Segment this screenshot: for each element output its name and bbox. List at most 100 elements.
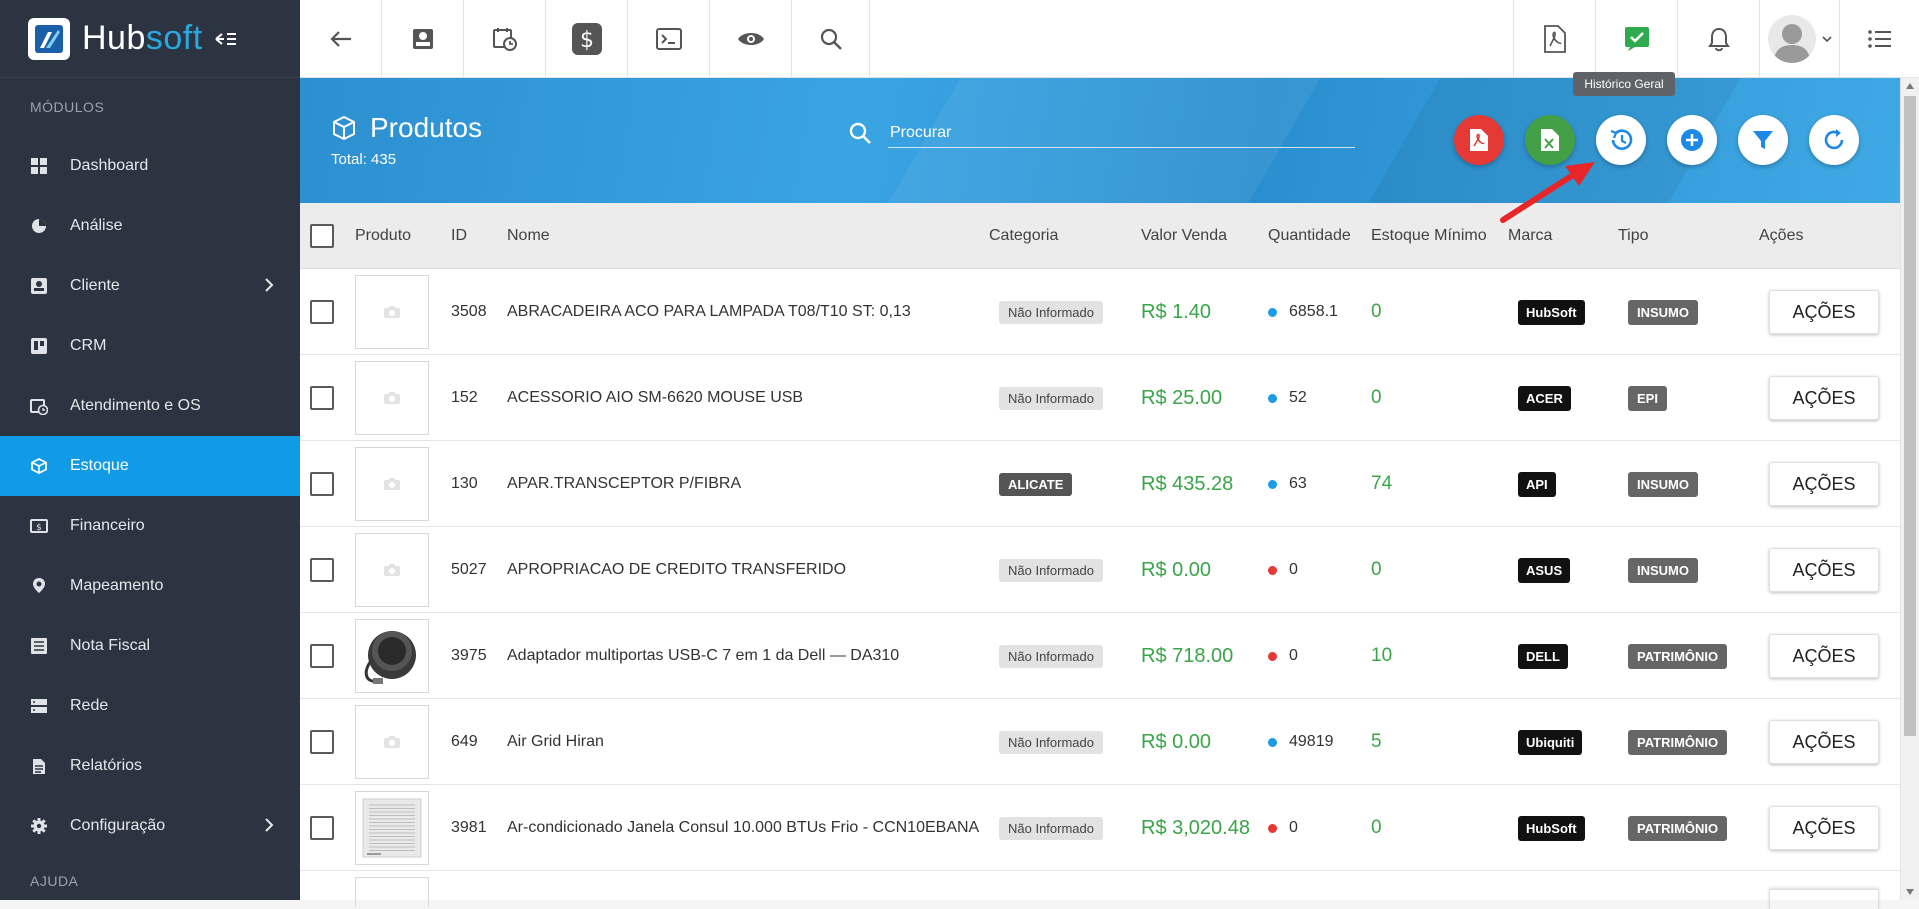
product-name: APAR.TRANSCEPTOR P/FIBRA	[507, 475, 742, 492]
camera-placeholder-icon[interactable]	[355, 705, 429, 779]
back-button[interactable]	[300, 0, 382, 78]
column-header-categoria[interactable]: Categoria	[989, 203, 1058, 269]
sidebar-item-label: Mapeamento	[70, 577, 164, 594]
search-icon	[819, 27, 843, 51]
row-actions-button[interactable]: AÇÕES	[1769, 376, 1879, 420]
column-header-nome[interactable]: Nome	[507, 203, 550, 269]
pdf-file-icon	[1543, 25, 1566, 53]
row-actions-button[interactable]: AÇÕES	[1769, 720, 1879, 764]
view-button[interactable]	[710, 0, 792, 78]
category-badge: Não Informado	[999, 644, 1103, 668]
contacts-button[interactable]	[382, 0, 464, 78]
sidebar-item-label: Nota Fiscal	[70, 637, 151, 654]
terminal-button[interactable]	[628, 0, 710, 78]
scroll-down-icon[interactable]	[1906, 889, 1914, 895]
product-image[interactable]	[355, 619, 429, 693]
document-list-icon	[30, 637, 48, 655]
category-badge: Não Informado	[999, 730, 1103, 754]
sidebar-item-atendimento[interactable]: Atendimento e OS	[0, 376, 300, 436]
sidebar-item-rede[interactable]: Rede	[0, 676, 300, 736]
select-all-checkbox[interactable]	[310, 224, 334, 248]
row-actions-button[interactable]: AÇÕES	[1769, 634, 1879, 678]
table-row[interactable]: 649 Air Grid Hiran Não Informado R$ 0.00 498…	[300, 699, 1900, 785]
add-product-button[interactable]	[1667, 115, 1717, 165]
sidebar-item-cliente[interactable]: Cliente	[0, 256, 300, 316]
row-checkbox[interactable]	[310, 386, 334, 410]
row-actions-button[interactable]: AÇÕES	[1769, 290, 1879, 334]
sidebar-item-dashboard[interactable]: Dashboard	[0, 136, 300, 196]
sidebar-item-mapeamento[interactable]: Mapeamento	[0, 556, 300, 616]
camera-placeholder-icon[interactable]	[355, 361, 429, 435]
hubsoft-logo-icon[interactable]	[28, 17, 70, 60]
type-badge: PATRIMÔNIO	[1628, 815, 1728, 841]
scroll-thumb[interactable]	[1904, 96, 1916, 736]
quantity: 6858.1	[1289, 303, 1338, 320]
row-checkbox[interactable]	[310, 644, 334, 668]
column-header-id[interactable]: ID	[451, 203, 467, 269]
table-row[interactable]: 130 APAR.TRANSCEPTOR P/FIBRA ALICATE R$ 435…	[300, 441, 1900, 527]
sidebar-item-relatorios[interactable]: Relatórios	[0, 736, 300, 796]
historico-geral-button[interactable]	[1595, 0, 1677, 78]
sidebar-item-label: Atendimento e OS	[70, 397, 201, 414]
row-actions-button[interactable]: AÇÕES	[1769, 806, 1879, 850]
schedule-button[interactable]	[464, 0, 546, 78]
box-icon	[332, 115, 356, 141]
product-id: 5027	[451, 561, 487, 578]
notifications-button[interactable]	[1677, 0, 1759, 78]
top-bar: $	[300, 0, 1919, 78]
green-check-badge-icon	[1624, 26, 1650, 52]
table-row[interactable]: 152 ACESSORIO AIO SM-6620 MOUSE USB Não In…	[300, 355, 1900, 441]
vertical-scrollbar[interactable]	[1900, 78, 1919, 900]
row-checkbox[interactable]	[310, 816, 334, 840]
row-checkbox[interactable]	[310, 300, 334, 324]
row-checkbox[interactable]	[310, 730, 334, 754]
sidebar-item-estoque[interactable]: Estoque	[0, 436, 300, 496]
financial-button[interactable]: $	[546, 0, 628, 78]
product-image[interactable]	[355, 791, 429, 865]
product-id: 649	[451, 733, 478, 750]
sidebar-item-financeiro[interactable]: $ Financeiro	[0, 496, 300, 556]
pie-chart-icon	[30, 217, 48, 235]
column-header-produto[interactable]: Produto	[355, 203, 411, 269]
user-menu-button[interactable]	[1759, 0, 1839, 78]
row-checkbox[interactable]	[310, 472, 334, 496]
row-checkbox[interactable]	[310, 558, 334, 582]
menu-list-button[interactable]	[1839, 0, 1919, 78]
product-id: 3508	[451, 303, 487, 320]
sidebar-item-analise[interactable]: Análise	[0, 196, 300, 256]
brand-badge: ASUS	[1518, 557, 1571, 583]
page-header: Produtos Total: 435	[300, 78, 1900, 203]
stock-status-dot	[1268, 823, 1277, 833]
calendar-clock-icon	[492, 26, 518, 52]
table-row[interactable]: 3508 ABRACADEIRA ACO PARA LAMPADA T08/T10…	[300, 269, 1900, 355]
column-header-estoque-minimo[interactable]: Estoque Mínimo	[1371, 203, 1487, 269]
scroll-up-icon[interactable]	[1906, 83, 1914, 89]
camera-placeholder-icon[interactable]	[355, 275, 429, 349]
sidebar-item-crm[interactable]: CRM	[0, 316, 300, 376]
row-actions-button[interactable]: AÇÕES	[1769, 548, 1879, 592]
dashboard-icon	[30, 157, 48, 175]
sidebar-item-nota-fiscal[interactable]: Nota Fiscal	[0, 616, 300, 676]
search-input[interactable]	[888, 118, 1355, 148]
table-row[interactable]: 3975 Adaptador multiportas USB-C 7 em 1 d…	[300, 613, 1900, 699]
camera-placeholder-icon[interactable]	[355, 533, 429, 607]
pdf-button[interactable]	[1513, 0, 1595, 78]
camera-placeholder-icon[interactable]	[355, 447, 429, 521]
global-search-button[interactable]	[792, 0, 870, 78]
dollar-icon: $	[571, 23, 602, 55]
refresh-button[interactable]	[1809, 115, 1859, 165]
column-header-valor-venda[interactable]: Valor Venda	[1141, 203, 1227, 269]
table-row[interactable]: 5027 APROPRIACAO DE CREDITO TRANSFERIDO Nã…	[300, 527, 1900, 613]
filter-button[interactable]	[1738, 115, 1788, 165]
list-menu-icon	[1867, 30, 1892, 48]
sale-price: R$ 0.00	[1141, 558, 1212, 581]
column-header-quantidade[interactable]: Quantidade	[1268, 203, 1351, 269]
column-header-tipo[interactable]: Tipo	[1618, 203, 1649, 269]
sidebar-collapse-icon[interactable]	[215, 30, 237, 48]
row-actions-button[interactable]: AÇÕES	[1769, 462, 1879, 506]
sidebar-item-configuracao[interactable]: Configuração	[0, 796, 300, 856]
table-row-partial	[300, 871, 1900, 909]
category-badge: Não Informado	[999, 558, 1103, 582]
table-row[interactable]: 3981 Ar-condicionado Janela Consul 10.000…	[300, 785, 1900, 871]
quantity: 0	[1289, 819, 1298, 836]
